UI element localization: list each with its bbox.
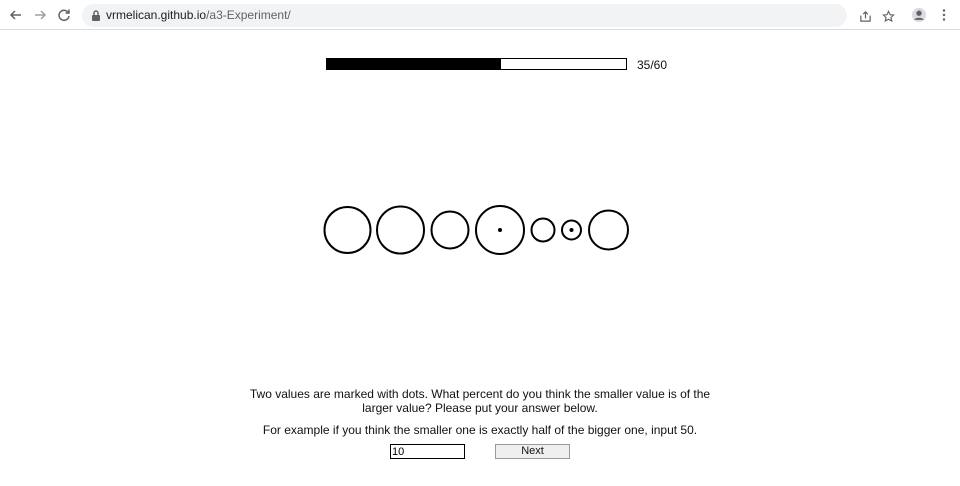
url-host: vrmelican.github.io [106,8,207,22]
bubble [588,209,629,251]
bookmark-button[interactable] [880,8,896,24]
progress-counter: 35/60 [637,58,668,72]
bubble-chart [323,205,629,255]
lock-icon [92,10,100,21]
forward-button[interactable] [30,5,50,25]
menu-button[interactable] [935,6,953,24]
question-text: Two values are marked with dots. What pe… [249,387,711,415]
arrow-right-icon [35,10,47,20]
url-text: vrmelican.github.io/a3-Experiment/ [106,8,291,22]
answer-input[interactable] [390,444,465,459]
progress-bar [326,58,627,70]
reload-button[interactable] [54,5,74,25]
bubble [430,210,470,250]
arrow-left-icon [9,10,21,20]
marker-dot [569,228,574,232]
profile-button[interactable] [910,6,928,24]
browser-toolbar: vrmelican.github.io/a3-Experiment/ [0,0,960,30]
next-button[interactable]: Next [495,444,570,459]
star-icon [881,9,895,22]
address-bar[interactable]: vrmelican.github.io/a3-Experiment/ [82,4,895,27]
example-text: For example if you think the smaller one… [262,423,698,437]
back-button[interactable] [6,5,26,25]
avatar-icon [911,7,927,23]
share-icon [859,10,871,22]
marker-dot [498,228,502,232]
bubble [323,206,372,254]
progress-bar-fill [327,59,502,69]
url-path: /a3-Experiment/ [206,8,291,22]
reload-icon [58,9,70,22]
bubble [530,217,556,243]
bubble [376,205,425,255]
kebab-menu-icon [942,9,946,21]
share-button[interactable] [857,8,873,24]
